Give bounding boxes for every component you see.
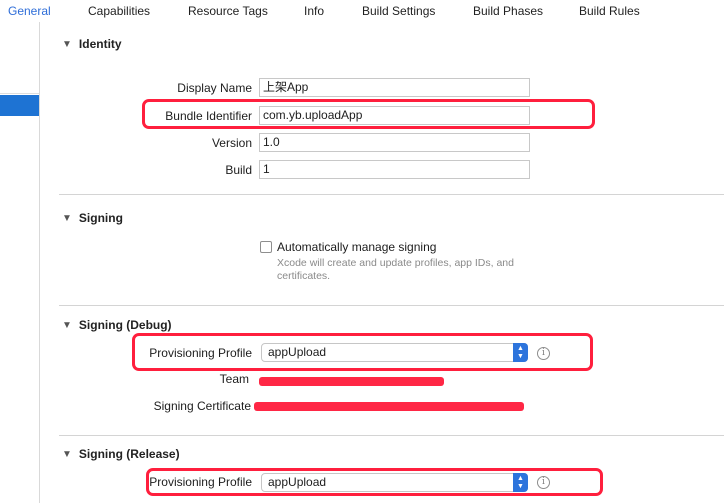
target-list-selected-item[interactable]	[0, 95, 39, 116]
signing-title: Signing	[78, 211, 123, 225]
signing-debug-section-header[interactable]: ▼ Signing (Debug)	[62, 318, 172, 332]
signing-debug-title: Signing (Debug)	[78, 318, 172, 332]
tab-bar: General Capabilities Resource Tags Info …	[0, 0, 724, 22]
signing-release-title: Signing (Release)	[78, 447, 180, 461]
team-label: Team	[219, 372, 249, 386]
section-divider	[59, 194, 724, 195]
disclosure-triangle-icon[interactable]: ▼	[62, 39, 72, 50]
signing-section-header[interactable]: ▼ Signing	[62, 211, 123, 225]
version-label: Version	[211, 136, 252, 150]
disclosure-triangle-icon[interactable]: ▼	[62, 449, 72, 460]
identity-title: Identity	[78, 37, 122, 51]
target-list-divider	[0, 93, 39, 94]
auto-manage-signing-checkbox[interactable]	[260, 241, 272, 253]
tab-build-phases[interactable]: Build Phases	[473, 4, 543, 20]
editor-content: ▼ Identity Display Name 上架App Bundle Iden…	[41, 22, 724, 503]
signing-certificate-label: Signing Certificate	[153, 399, 251, 413]
auto-manage-signing-label[interactable]: Automatically manage signing	[277, 240, 436, 254]
auto-manage-signing-hint: Xcode will create and update profiles, a…	[277, 257, 514, 282]
signing-release-section-header[interactable]: ▼ Signing (Release)	[62, 447, 180, 461]
signing-certificate-redaction	[254, 402, 524, 411]
section-divider	[59, 435, 724, 436]
section-divider	[59, 305, 724, 306]
target-list	[0, 22, 40, 503]
build-field[interactable]: 1	[259, 160, 530, 179]
identity-section-header[interactable]: ▼ Identity	[62, 37, 122, 51]
tab-resource-tags[interactable]: Resource Tags	[188, 4, 268, 20]
tab-general[interactable]: General	[8, 4, 51, 20]
display-name-label: Display Name	[177, 81, 252, 95]
release-profile-highlight	[146, 468, 603, 496]
disclosure-triangle-icon[interactable]: ▼	[62, 213, 72, 224]
disclosure-triangle-icon[interactable]: ▼	[62, 320, 72, 331]
version-field[interactable]: 1.0	[259, 133, 530, 152]
team-redaction	[259, 377, 444, 386]
tab-capabilities[interactable]: Capabilities	[88, 4, 150, 20]
build-label: Build	[225, 163, 252, 177]
tab-build-rules[interactable]: Build Rules	[579, 4, 640, 20]
tab-build-settings[interactable]: Build Settings	[362, 4, 435, 20]
display-name-field[interactable]: 上架App	[259, 78, 530, 97]
bundle-identifier-highlight	[142, 99, 595, 129]
debug-profile-highlight	[132, 333, 593, 371]
tab-info[interactable]: Info	[304, 4, 324, 20]
